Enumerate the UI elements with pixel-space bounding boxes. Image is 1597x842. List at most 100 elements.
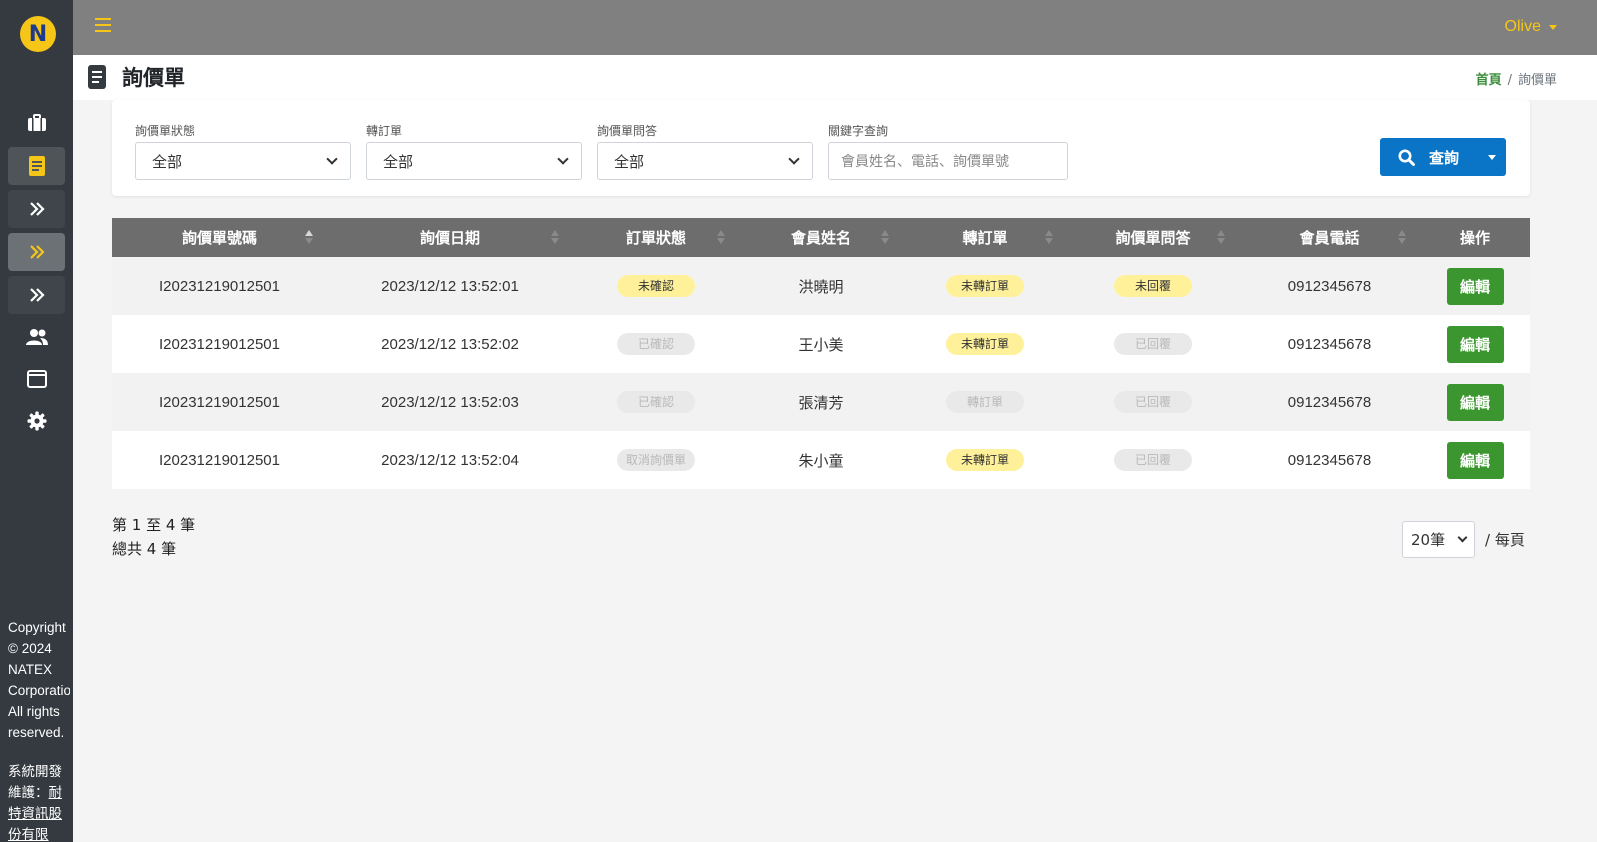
user-menu[interactable]: Olive bbox=[1505, 18, 1557, 36]
cell-id: I20231219012501 bbox=[159, 393, 280, 411]
column-header-status[interactable]: 訂單狀態 bbox=[573, 218, 739, 257]
document-icon bbox=[88, 65, 106, 89]
search-options-dropdown[interactable] bbox=[1478, 138, 1506, 176]
window-icon bbox=[26, 370, 47, 388]
cell-convert: 未轉訂單 bbox=[903, 431, 1067, 489]
column-header-id[interactable]: 詢價單號碼 bbox=[112, 218, 327, 257]
cell-phone: 0912345678 bbox=[1287, 451, 1372, 469]
sidebar-subitem-2-active[interactable] bbox=[8, 233, 65, 271]
quotation-table: 詢價單號碼 詢價日期 訂單狀態 會員姓名 轉訂單 詢價單問答 會員電話 操作 I… bbox=[112, 218, 1530, 489]
sidebar-footer: Copyright © 2024 NATEX Corporation All r… bbox=[8, 617, 70, 842]
qa-badge: 未回覆 bbox=[1114, 275, 1192, 297]
keyword-search-input[interactable]: 會員姓名、電話、詢價單號 bbox=[828, 142, 1068, 180]
copyright-line: NATEX bbox=[8, 662, 53, 677]
search-icon bbox=[1398, 149, 1415, 166]
filter-keyword-label: 關鍵字查詢 bbox=[828, 124, 889, 138]
filter-status: 詢價單狀態 全部 bbox=[135, 122, 351, 180]
double-chevron-right-icon bbox=[29, 245, 45, 259]
chevron-down-icon bbox=[557, 153, 569, 165]
sidebar-item-window[interactable] bbox=[8, 360, 65, 398]
sidebar-item-quotations[interactable] bbox=[8, 147, 65, 185]
cell-actions: 編輯 bbox=[1420, 257, 1530, 315]
sort-icon bbox=[551, 230, 559, 246]
column-header-qa[interactable]: 詢價單問答 bbox=[1067, 218, 1239, 257]
column-header-label: 操作 bbox=[1459, 229, 1490, 247]
column-header-label: 詢價單號碼 bbox=[181, 229, 257, 247]
users-icon bbox=[25, 329, 48, 345]
column-header-label: 會員電話 bbox=[1299, 229, 1360, 247]
sidebar-item-products[interactable] bbox=[8, 104, 65, 142]
sidebar: N Copyright © 2024 NATEX Corporation All… bbox=[0, 0, 73, 842]
column-header-label: 詢價日期 bbox=[419, 229, 480, 247]
column-header-label: 訂單狀態 bbox=[625, 229, 686, 247]
cell-status: 已確認 bbox=[573, 315, 739, 373]
cell-status: 未確認 bbox=[573, 257, 739, 315]
table-row: I20231219012501 2023/12/12 13:52:03 已確認 … bbox=[112, 373, 1530, 431]
breadcrumb-home[interactable]: 首頁 bbox=[1476, 73, 1502, 88]
column-header-phone[interactable]: 會員電話 bbox=[1239, 218, 1420, 257]
status-select-value: 全部 bbox=[152, 152, 183, 171]
cell-convert: 未轉訂單 bbox=[903, 257, 1067, 315]
edit-button[interactable]: 編輯 bbox=[1446, 325, 1504, 363]
status-badge: 取消詢價單 bbox=[617, 449, 695, 471]
chevron-down-icon bbox=[326, 153, 338, 165]
chevron-down-icon bbox=[1457, 532, 1468, 543]
breadcrumb: 首頁 / 詢價單 bbox=[1476, 69, 1557, 88]
document-icon bbox=[28, 156, 45, 176]
column-header-date[interactable]: 詢價日期 bbox=[327, 218, 573, 257]
table-header: 詢價單號碼 詢價日期 訂單狀態 會員姓名 轉訂單 詢價單問答 會員電話 操作 bbox=[112, 218, 1530, 257]
copyright-line: Copyright bbox=[8, 620, 66, 635]
search-button-label: 查詢 bbox=[1429, 148, 1460, 167]
convert-select[interactable]: 全部 bbox=[366, 142, 582, 180]
cell-qa: 已回覆 bbox=[1067, 431, 1239, 489]
cell-date: 2023/12/12 13:52:03 bbox=[381, 393, 519, 411]
column-header-convert[interactable]: 轉訂單 bbox=[903, 218, 1067, 257]
natex-logo[interactable]: N bbox=[20, 16, 56, 52]
sort-asc-icon bbox=[305, 230, 313, 246]
convert-badge: 轉訂單 bbox=[946, 391, 1024, 413]
logo-letter: N bbox=[28, 21, 48, 47]
qa-select[interactable]: 全部 bbox=[597, 142, 813, 180]
cell-status: 取消詢價單 bbox=[573, 431, 739, 489]
cell-actions: 編輯 bbox=[1420, 431, 1530, 489]
search-button-main[interactable]: 查詢 bbox=[1380, 147, 1478, 168]
sidebar-subitem-1[interactable] bbox=[8, 190, 65, 228]
cell-date: 2023/12/12 13:52:04 bbox=[381, 451, 519, 469]
filter-qa: 詢價單問答 全部 bbox=[597, 122, 813, 180]
convert-badge: 未轉訂單 bbox=[946, 333, 1024, 355]
search-button[interactable]: 查詢 bbox=[1380, 138, 1506, 176]
edit-button[interactable]: 編輯 bbox=[1446, 441, 1504, 479]
status-badge: 已確認 bbox=[617, 333, 695, 355]
chevron-down-icon bbox=[788, 153, 800, 165]
summary-total: 總共 4 筆 bbox=[112, 540, 177, 558]
main-content: 詢價單 首頁 / 詢價單 詢價單狀態 全部 轉訂單 全部 詢價單問答 全部 關鍵字查… bbox=[73, 55, 1597, 842]
cell-name: 王小美 bbox=[798, 335, 844, 354]
cell-phone: 0912345678 bbox=[1287, 277, 1372, 295]
convert-select-value: 全部 bbox=[383, 152, 414, 171]
breadcrumb-separator: / bbox=[1507, 73, 1512, 88]
filter-qa-label: 詢價單問答 bbox=[597, 124, 658, 138]
cell-convert: 轉訂單 bbox=[903, 373, 1067, 431]
topbar: Olive bbox=[73, 0, 1597, 55]
qa-badge: 已回覆 bbox=[1114, 391, 1192, 413]
sidebar-subitem-3[interactable] bbox=[8, 276, 65, 314]
hamburger-menu-icon[interactable] bbox=[95, 18, 111, 32]
column-header-name[interactable]: 會員姓名 bbox=[739, 218, 903, 257]
briefcase-icon bbox=[27, 114, 46, 131]
status-select[interactable]: 全部 bbox=[135, 142, 351, 180]
cell-phone: 0912345678 bbox=[1287, 335, 1372, 353]
edit-button[interactable]: 編輯 bbox=[1446, 383, 1504, 421]
copyright-line: All rights bbox=[8, 704, 60, 719]
column-header-label: 會員姓名 bbox=[790, 229, 851, 247]
cell-name: 洪曉明 bbox=[798, 277, 844, 296]
copyright-line: Corporation bbox=[8, 683, 70, 698]
page-title: 詢價單 bbox=[122, 66, 185, 90]
column-header-actions: 操作 bbox=[1420, 218, 1530, 257]
edit-button[interactable]: 編輯 bbox=[1446, 267, 1504, 305]
page-size-select[interactable]: 20筆 bbox=[1402, 521, 1475, 558]
convert-badge: 未轉訂單 bbox=[946, 275, 1024, 297]
sidebar-item-settings[interactable] bbox=[8, 402, 65, 440]
cell-id: I20231219012501 bbox=[159, 335, 280, 353]
sidebar-item-members[interactable] bbox=[8, 318, 65, 356]
developer-credit: 系統開發維護：耐特資訊股份有限 bbox=[8, 761, 66, 842]
